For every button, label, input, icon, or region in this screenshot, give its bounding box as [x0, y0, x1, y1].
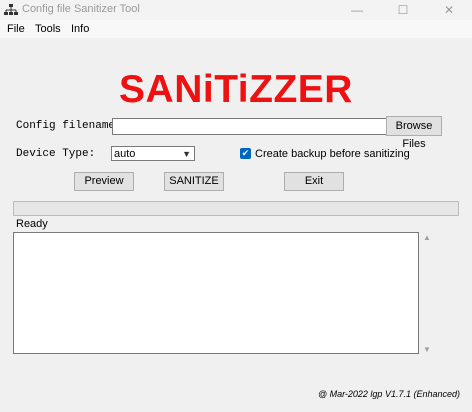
menu-info[interactable]: Info — [71, 23, 89, 35]
scroll-down-arrow-icon[interactable]: ▼ — [423, 345, 431, 354]
device-type-value: auto — [114, 148, 136, 160]
maximize-button[interactable]: ☐ — [380, 0, 426, 20]
exit-button[interactable]: Exit — [284, 172, 344, 191]
progress-bar — [13, 201, 459, 216]
sanitize-button[interactable]: SANITIZE — [164, 172, 224, 191]
device-type-select[interactable]: auto ▼ — [111, 146, 195, 161]
menu-file[interactable]: File — [7, 23, 25, 35]
scroll-up-arrow-icon[interactable]: ▲ — [423, 233, 431, 242]
app-network-icon — [4, 4, 18, 15]
app-logo-text: SANiTiZZER — [119, 68, 353, 111]
backup-checkbox[interactable]: ✔ — [240, 148, 251, 159]
browse-files-button[interactable]: Browse Files — [386, 116, 442, 150]
version-footer: @ Mar-2022 lgp V1.7.1 (Enhanced) — [317, 389, 460, 399]
status-text: Ready — [16, 218, 48, 230]
minimize-button[interactable]: — — [334, 0, 380, 20]
config-filename-input[interactable] — [112, 118, 388, 135]
log-text-area[interactable] — [13, 232, 419, 354]
device-type-label: Device Type: — [16, 148, 96, 160]
config-filename-label: Config filename — [16, 120, 116, 132]
backup-checkbox-label[interactable]: Create backup before sanitizing — [255, 148, 410, 160]
close-button[interactable]: ✕ — [426, 0, 472, 20]
chevron-down-icon: ▼ — [182, 149, 191, 159]
preview-button[interactable]: Preview — [74, 172, 134, 191]
menu-tools[interactable]: Tools — [35, 23, 61, 35]
window-title: Config file Sanitizer Tool — [22, 3, 140, 15]
